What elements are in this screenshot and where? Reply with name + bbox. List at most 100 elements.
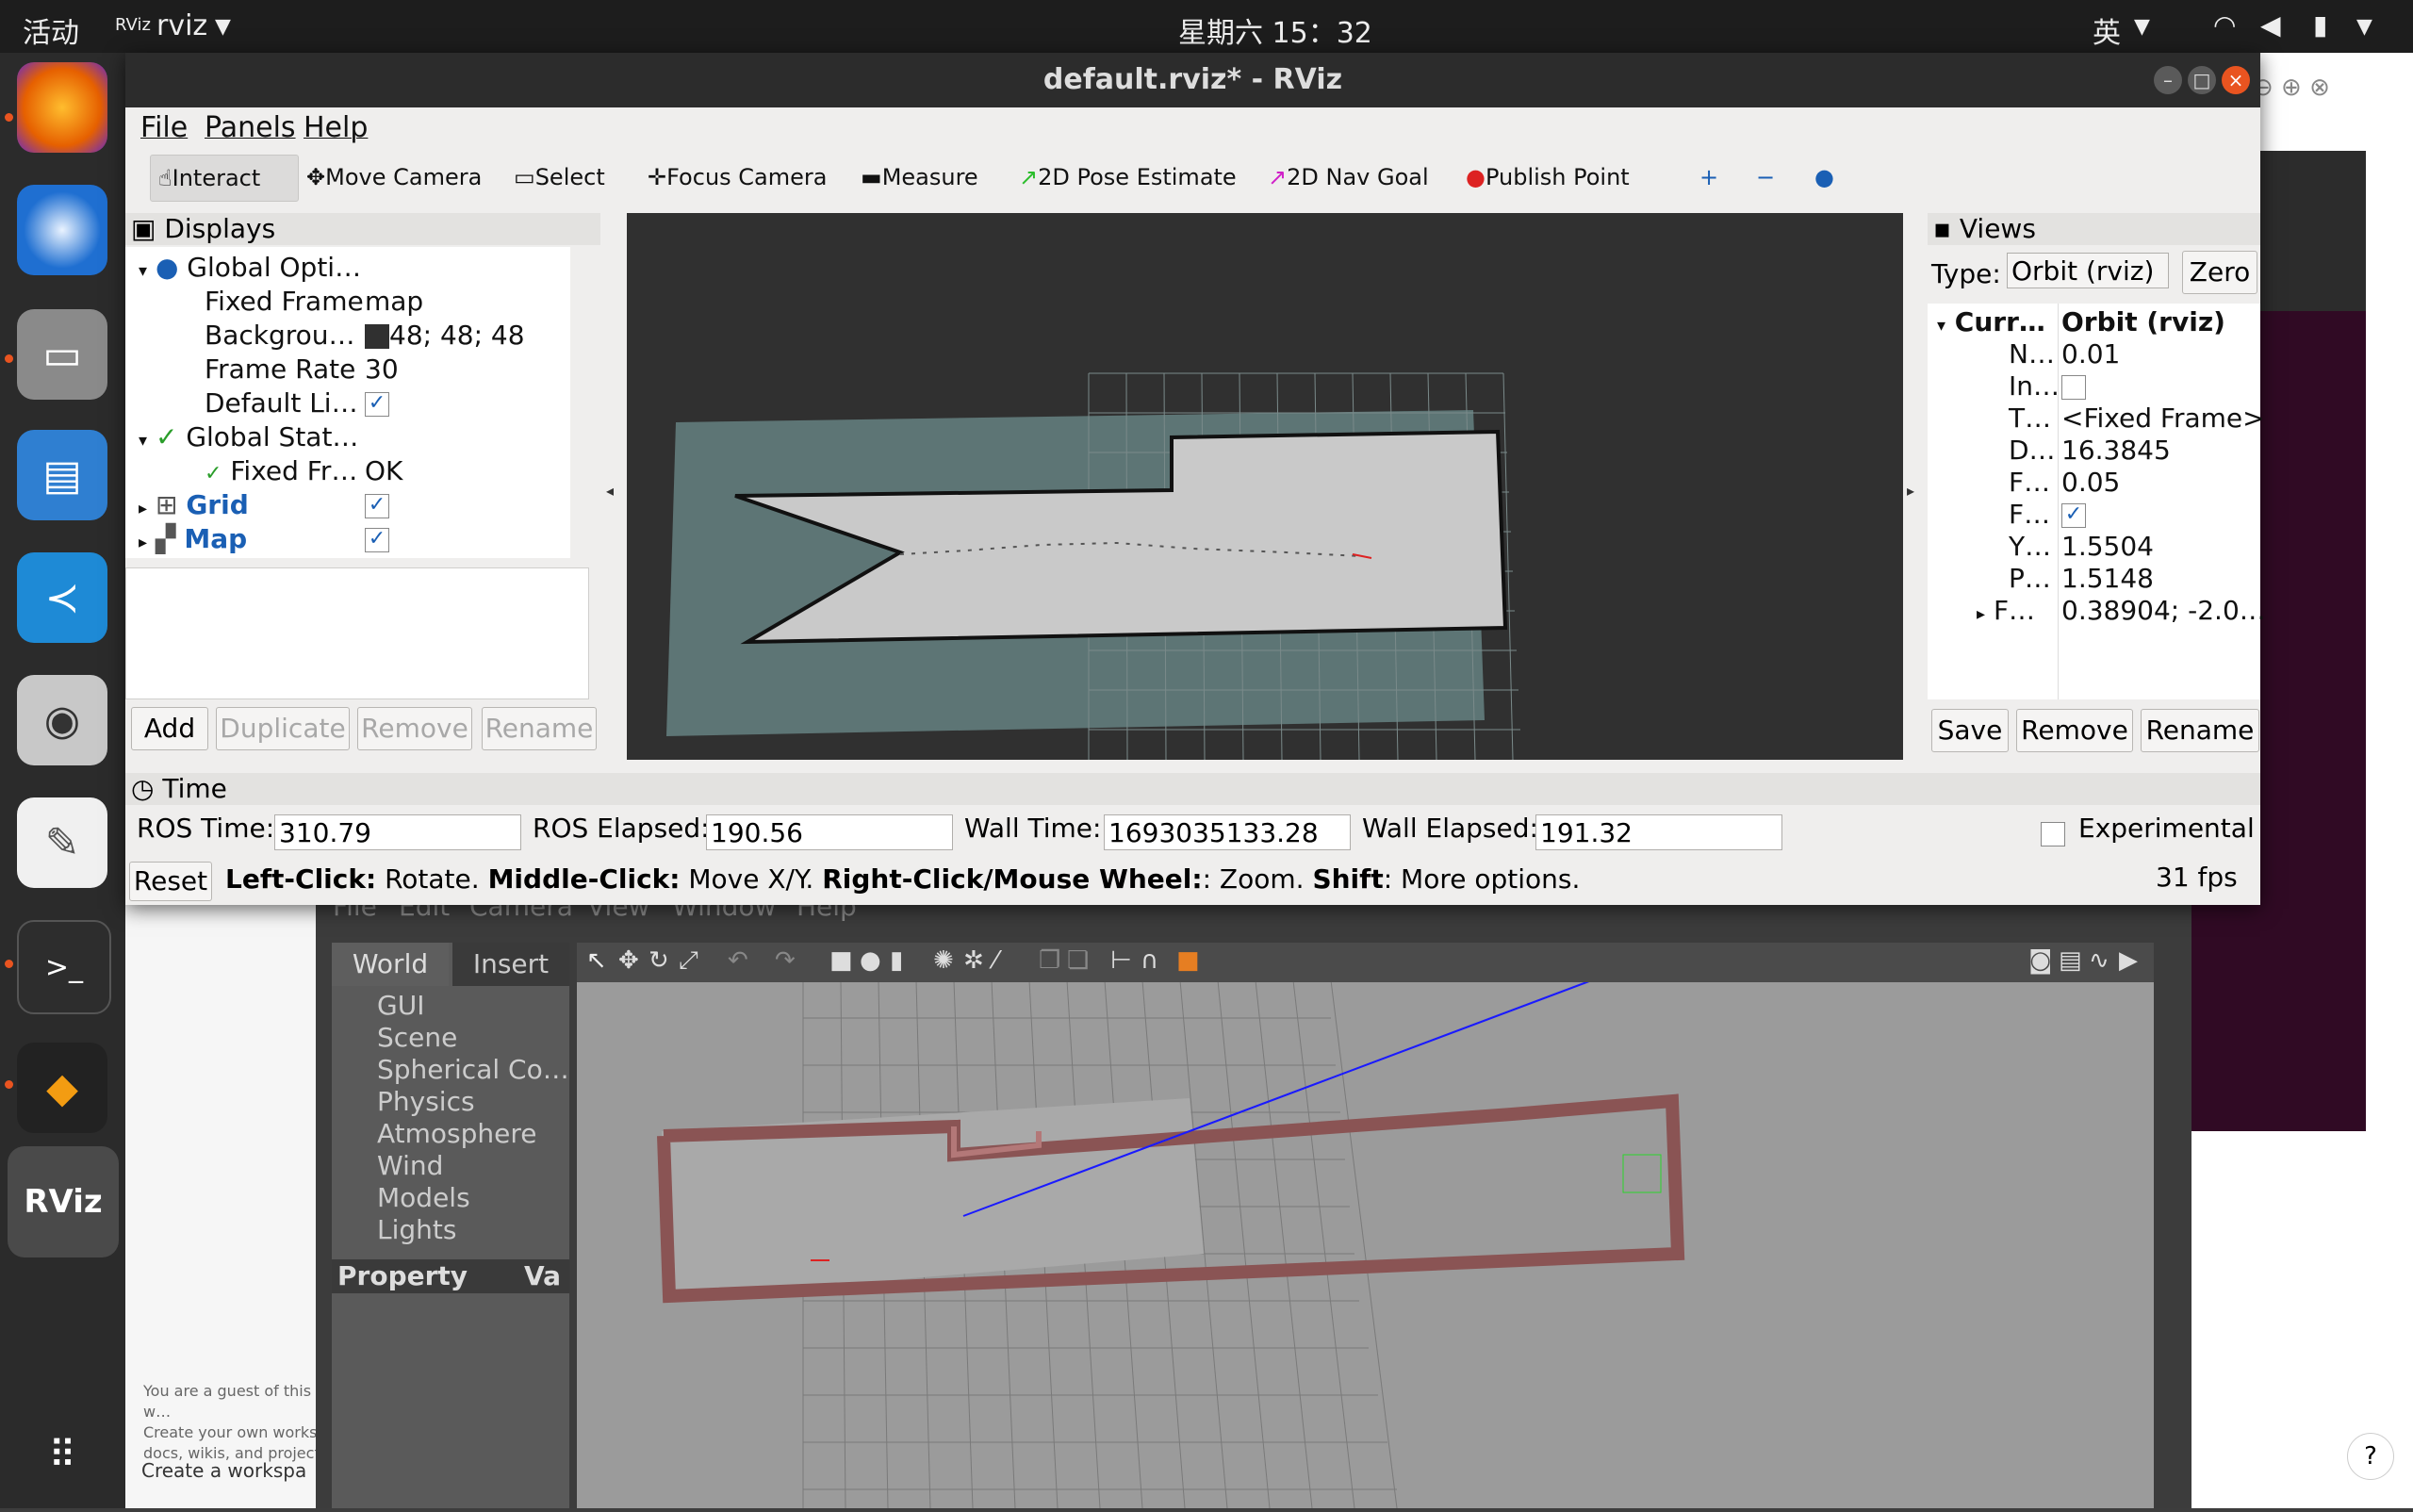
prop-default-light-checkbox[interactable]: ✓ xyxy=(365,386,389,420)
gazebo-icon[interactable]: ◆ xyxy=(17,1043,107,1133)
app-menu[interactable]: rviz xyxy=(156,9,207,42)
input-method[interactable]: 英 xyxy=(2093,9,2121,51)
battery-icon[interactable]: ▮ xyxy=(2313,9,2327,41)
create-workspace-link[interactable]: Create a workspa xyxy=(141,1459,306,1482)
tree-item-atmosphere[interactable]: Atmosphere xyxy=(377,1118,569,1150)
spot-light-icon[interactable]: ✲ xyxy=(963,946,984,975)
rotate-tool-icon[interactable]: ↻ xyxy=(648,946,669,975)
tool-select[interactable]: ▭Select xyxy=(506,155,613,200)
record-icon[interactable]: ▶ xyxy=(2119,946,2138,975)
rviz-icon[interactable]: RViz xyxy=(8,1146,119,1257)
view-target-frame-value[interactable]: <Fixed Frame> xyxy=(2061,402,2265,436)
activities-button[interactable]: 活动 xyxy=(23,9,79,51)
text-editor-icon[interactable]: ✎ xyxy=(17,797,107,888)
views-remove-button[interactable]: Remove xyxy=(2016,709,2133,752)
add-tool-icon[interactable]: + xyxy=(1692,155,1726,200)
align-icon[interactable]: ⊢ xyxy=(1110,946,1132,975)
display-global-status[interactable]: ▾ ✓ Global Stat… xyxy=(139,420,358,454)
view-focal-scale-value[interactable]: 0.05 xyxy=(2061,466,2120,500)
writer-icon[interactable]: ▤ xyxy=(17,430,107,520)
gazebo-3d-view[interactable] xyxy=(577,904,2154,1509)
views-type-select[interactable]: Orbit (rviz) ▾ xyxy=(2007,253,2169,320)
view-focal-shape-checkbox[interactable]: ✓ xyxy=(2061,498,2086,532)
rviz-3d-view[interactable] xyxy=(627,213,1903,761)
wall-time-field[interactable]: 1693035133.28 xyxy=(1104,814,1351,850)
views-save-button[interactable]: Save xyxy=(1931,709,2009,752)
sphere-shape-icon[interactable]: ● xyxy=(860,946,881,975)
prop-fixed-frame-value[interactable]: map xyxy=(365,285,423,319)
terminal-icon[interactable]: >_ xyxy=(17,920,111,1014)
cylinder-shape-icon[interactable]: ▮ xyxy=(890,946,903,975)
displays-scrollbar[interactable] xyxy=(570,247,587,558)
maximize-icon[interactable]: □ xyxy=(2188,66,2216,94)
minimize-icon[interactable]: – xyxy=(2154,66,2182,94)
ros-time-field[interactable]: 310.79 xyxy=(274,814,521,850)
views-zero-button[interactable]: Zero xyxy=(2182,251,2257,294)
add-display-button[interactable]: Add xyxy=(131,707,208,750)
select-tool-icon[interactable]: ↖ xyxy=(586,946,607,975)
tool-publish-point[interactable]: ●Publish Point xyxy=(1458,155,1637,200)
menu-panels[interactable]: Panels xyxy=(205,111,296,144)
ros-elapsed-field[interactable]: 190.56 xyxy=(706,814,953,850)
view-current-label[interactable]: ▾ Curr… xyxy=(1937,305,2045,339)
menu-file[interactable]: File xyxy=(140,111,188,144)
collapse-left-icon[interactable]: ◂ xyxy=(606,482,614,500)
view-near-clip-value[interactable]: 0.01 xyxy=(2061,337,2120,371)
close-icon[interactable]: × xyxy=(2222,66,2250,94)
undo-icon[interactable]: ↶ xyxy=(728,946,748,975)
view-focal-point-label[interactable]: ▸ F… xyxy=(1977,594,2035,628)
tool-interact[interactable]: ☝Interact xyxy=(150,155,299,202)
screenshot-icon[interactable]: ◙ xyxy=(2028,946,2052,975)
firefox-icon[interactable] xyxy=(17,62,107,153)
paste-icon[interactable]: ❏ xyxy=(1067,946,1089,975)
menu-help[interactable]: Help xyxy=(304,111,368,144)
wifi-icon[interactable]: ◠ xyxy=(2213,9,2236,41)
log-icon[interactable]: ▤ xyxy=(2059,946,2082,975)
display-map[interactable]: ▸ ▞ Map xyxy=(139,522,247,556)
change-view-icon[interactable]: ■ xyxy=(1176,946,1200,975)
duplicate-display-button[interactable]: Duplicate xyxy=(216,707,350,750)
tool-measure[interactable]: ▬Measure xyxy=(853,155,986,200)
volume-icon[interactable]: ◀ xyxy=(2260,9,2281,41)
tool-move-camera[interactable]: ✥Move Camera xyxy=(299,155,489,200)
vscode-icon[interactable]: ≺ xyxy=(17,552,107,643)
display-grid[interactable]: ▸ ⊞ Grid xyxy=(139,488,249,522)
tool-2d-pose-estimate[interactable]: ↗2D Pose Estimate xyxy=(1011,155,1244,200)
view-yaw-value[interactable]: 1.5504 xyxy=(2061,530,2154,564)
tool-2d-nav-goal[interactable]: ↗2D Nav Goal xyxy=(1260,155,1436,200)
map-checkbox[interactable]: ✓ xyxy=(365,522,389,556)
clock[interactable]: 星期六 15：32 xyxy=(1178,9,1372,51)
views-rename-button[interactable]: Rename xyxy=(2141,709,2259,752)
view-invert-checkbox[interactable] xyxy=(2061,370,2086,403)
tab-world[interactable]: World xyxy=(332,943,449,986)
tree-item-models[interactable]: Models xyxy=(377,1182,569,1214)
copy-icon[interactable]: ❐ xyxy=(1039,946,1060,975)
translate-tool-icon[interactable]: ✥ xyxy=(618,946,639,975)
prop-background-value[interactable]: 48; 48; 48 xyxy=(365,319,525,353)
files-icon[interactable]: ▭ xyxy=(17,309,107,400)
help-button[interactable]: ? xyxy=(2347,1433,2394,1480)
box-shape-icon[interactable]: ■ xyxy=(829,946,853,975)
tree-item-lights[interactable]: Lights xyxy=(377,1214,569,1246)
view-focal-point-value[interactable]: 0.38904; -2.0… xyxy=(2061,594,2266,628)
view-pitch-value[interactable]: 1.5148 xyxy=(2061,562,2154,596)
thunderbird-icon[interactable] xyxy=(17,185,107,275)
camera-icon[interactable]: ◉ xyxy=(17,675,107,765)
scale-tool-icon[interactable]: ⤢ xyxy=(679,946,698,976)
display-global-options[interactable]: ▾ ● Global Opti… xyxy=(139,251,361,285)
tool-focus-camera[interactable]: ✛Focus Camera xyxy=(640,155,834,200)
tree-item-wind[interactable]: Wind xyxy=(377,1150,569,1182)
reset-button[interactable]: Reset xyxy=(129,862,212,901)
tool-properties-icon[interactable]: ● xyxy=(1807,155,1842,200)
directional-light-icon[interactable]: ⁄ xyxy=(993,946,997,975)
point-light-icon[interactable]: ✺ xyxy=(933,946,954,975)
wall-elapsed-field[interactable]: 191.32 xyxy=(1535,814,1782,850)
tree-item-scene[interactable]: Scene xyxy=(377,1022,569,1054)
snap-icon[interactable]: ∩ xyxy=(1141,946,1158,975)
tree-item-physics[interactable]: Physics xyxy=(377,1086,569,1118)
plot-icon[interactable]: ∿ xyxy=(2089,946,2109,975)
experimental-checkbox[interactable] xyxy=(2041,822,2065,846)
view-distance-value[interactable]: 16.3845 xyxy=(2061,434,2171,468)
remove-tool-icon[interactable]: − xyxy=(1748,155,1782,200)
redo-icon[interactable]: ↷ xyxy=(775,946,796,975)
